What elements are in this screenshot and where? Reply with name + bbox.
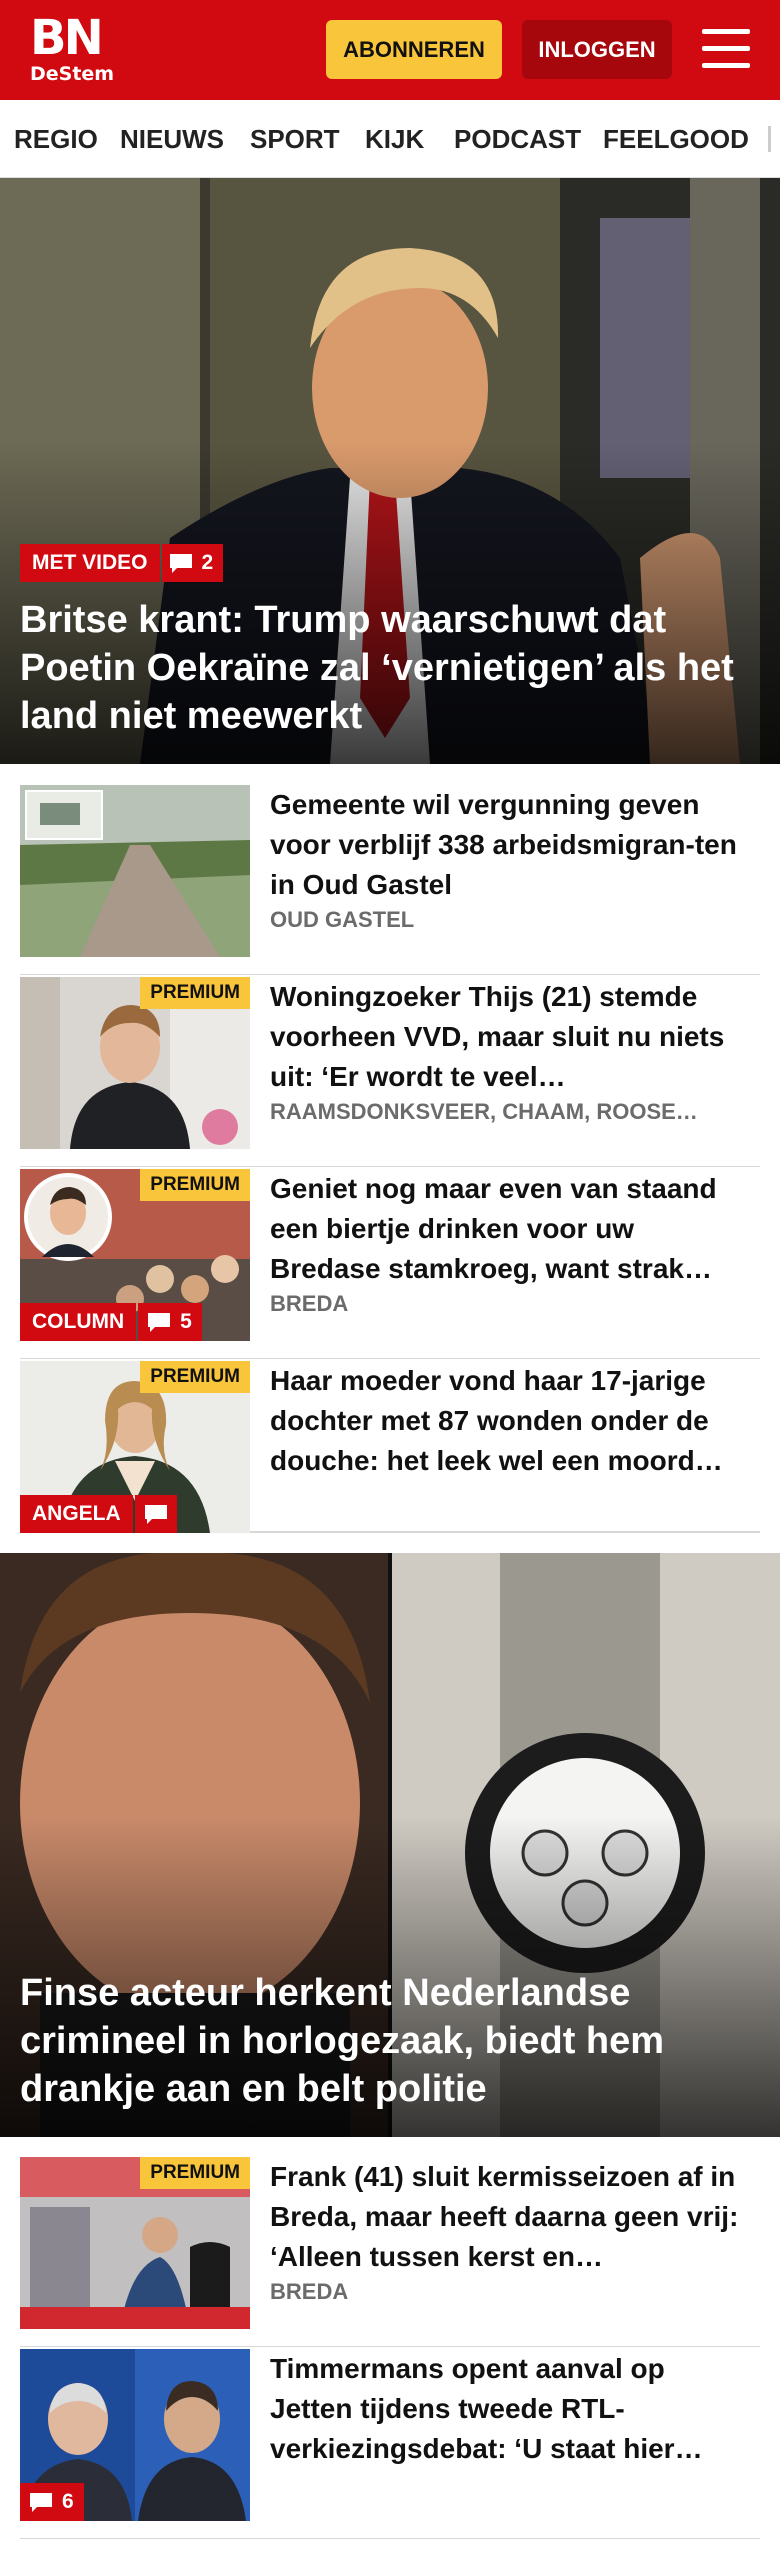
subscribe-button[interactable]: ABONNEREN xyxy=(326,20,502,79)
article-thumbnail: PREMIUM xyxy=(20,2157,250,2329)
article-thumbnail xyxy=(20,785,250,957)
article-title[interactable]: Frank (41) sluit kermisseizoen af in Bre… xyxy=(270,2157,750,2277)
premium-badge: PREMIUM xyxy=(140,977,250,1009)
logo-subtext: DeStem xyxy=(30,63,115,85)
hero-article-trump[interactable]: MET VIDEO 2 Britse krant: Trump waarschu… xyxy=(0,178,780,764)
nav-item-feelgood[interactable]: FEELGOOD xyxy=(603,100,749,177)
article-title[interactable]: Geniet nog maar even van staand een bier… xyxy=(270,1169,750,1289)
premium-badge: PREMIUM xyxy=(140,1361,250,1393)
author-badge: ANGELA xyxy=(20,1495,133,1533)
nav-item-regio[interactable]: REGIO xyxy=(14,100,98,177)
login-button[interactable]: INLOGGEN xyxy=(522,20,672,79)
nav-overflow-divider xyxy=(768,126,771,152)
section-nav: REGIO NIEUWS SPORT KIJK PODCAST FEELGOOD xyxy=(0,100,780,178)
article-thumbnail: PREMIUM COLUMN 5 xyxy=(20,1169,250,1341)
hero-title[interactable]: Finse acteur herkent Nederlandse crimine… xyxy=(20,1969,752,2113)
comment-count: 2 xyxy=(201,551,214,574)
comment-icon xyxy=(148,1313,171,1332)
article-thumbnail: PREMIUM ANGELA xyxy=(20,1361,250,1533)
list-item[interactable]: Gemeente wil vergunning geven voor verbl… xyxy=(20,785,760,975)
comment-count-badge[interactable]: 5 xyxy=(138,1303,202,1341)
comment-count-badge[interactable]: 2 xyxy=(161,544,224,582)
article-location: OUD GASTEL xyxy=(270,907,415,932)
list-item[interactable]: PREMIUM Frank (41) sluit kermisseizoen a… xyxy=(20,2157,760,2347)
comment-count: 5 xyxy=(180,1310,192,1333)
list-item[interactable]: PREMIUM COLUMN 5 Geniet nog maar even va… xyxy=(20,1169,760,1359)
list-item[interactable]: 6 Timmermans opent aanval op Jetten tijd… xyxy=(20,2349,760,2539)
article-title[interactable]: Haar moeder vond haar 17-jarige dochter … xyxy=(270,1361,750,1481)
thumbnail-badges: ANGELA xyxy=(20,1495,177,1533)
comment-icon xyxy=(30,2493,52,2512)
list-item[interactable]: PREMIUM Woningzoeker Thijs (21) stemde v… xyxy=(20,977,760,1167)
hero-badges: MET VIDEO 2 xyxy=(20,544,224,582)
article-location: RAAMSDONKSVEER, CHAAM, ROOSE… xyxy=(270,1099,698,1124)
premium-badge: PREMIUM xyxy=(140,2157,250,2189)
video-badge: MET VIDEO xyxy=(20,544,160,582)
comment-icon xyxy=(169,554,192,573)
article-thumbnail: 6 xyxy=(20,2349,250,2521)
list-item[interactable]: PREMIUM ANGELA Haar moeder vond haar 17-… xyxy=(20,1361,760,1533)
article-title[interactable]: Woningzoeker Thijs (21) stemde voorheen … xyxy=(270,977,750,1097)
nav-item-sport[interactable]: SPORT xyxy=(250,100,340,177)
comment-count-badge[interactable]: 6 xyxy=(20,2483,84,2521)
hamburger-menu-icon[interactable] xyxy=(700,25,752,73)
thumbnail-badges: COLUMN 5 xyxy=(20,1303,202,1341)
comment-icon xyxy=(144,1505,167,1524)
logo-text: BN xyxy=(30,10,104,66)
column-badge: COLUMN xyxy=(20,1303,137,1341)
hero-title[interactable]: Britse krant: Trump waarschuwt dat Poeti… xyxy=(20,596,752,740)
hero-article-acteur[interactable]: Finse acteur herkent Nederlandse crimine… xyxy=(0,1553,780,2137)
article-thumbnail: PREMIUM xyxy=(20,977,250,1149)
comment-count: 6 xyxy=(62,2490,74,2513)
nav-item-podcast[interactable]: PODCAST xyxy=(454,100,581,177)
article-title[interactable]: Gemeente wil vergunning geven voor verbl… xyxy=(270,785,750,905)
article-title[interactable]: Timmermans opent aanval op Jetten tijden… xyxy=(270,2349,750,2469)
comment-badge[interactable] xyxy=(134,1495,177,1533)
site-logo[interactable]: BN DeStem xyxy=(30,14,114,84)
nav-item-kijk[interactable]: KIJK xyxy=(365,100,424,177)
premium-badge: PREMIUM xyxy=(140,1169,250,1201)
article-location: BREDA xyxy=(270,1291,349,1316)
nav-item-nieuws[interactable]: NIEUWS xyxy=(120,100,224,177)
thumbnail-badges: 6 xyxy=(20,2483,84,2521)
article-location: BREDA xyxy=(270,2279,349,2304)
site-header: BN DeStem ABONNEREN INLOGGEN xyxy=(0,0,780,100)
